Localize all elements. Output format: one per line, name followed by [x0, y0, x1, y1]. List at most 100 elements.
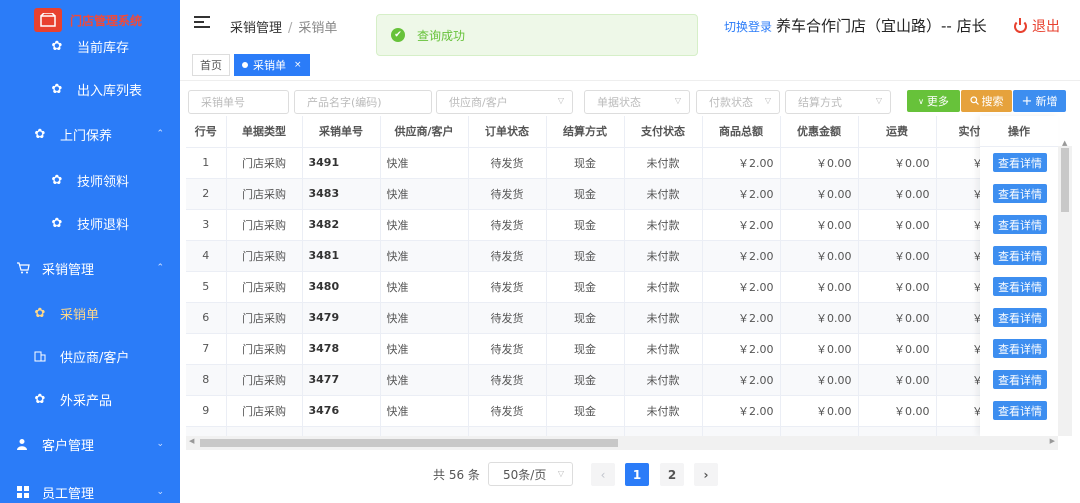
table-cell: 未付款 [624, 364, 703, 396]
vertical-scrollbar[interactable]: ▲ [1058, 139, 1072, 436]
sidebar-item-staff[interactable]: 员工管理 ⌄ [0, 472, 180, 503]
table-cell: ￥2.00 [702, 395, 781, 427]
add-button[interactable]: + 新增 [1013, 90, 1066, 112]
gear-icon: ✿ [34, 305, 46, 321]
tab-purchase-order[interactable]: 采销单 × [234, 54, 310, 76]
sidebar-item-purchase-mgmt[interactable]: 采销管理 ⌃ [0, 248, 180, 288]
store-name: 养车合作门店（宜山路）-- 店长 [776, 17, 987, 35]
switch-login-link[interactable]: 切换登录 [724, 18, 772, 35]
table-cell: 3480 [302, 271, 381, 303]
sidebar-item-home-service[interactable]: ✿ 上门保养 ⌃ [0, 114, 180, 154]
menu-toggle-icon[interactable] [194, 16, 210, 30]
sidebar-item-external-products[interactable]: ✿ 外采产品 [0, 379, 180, 419]
scrollbar-thumb[interactable] [1061, 148, 1069, 212]
view-details-button[interactable]: 查看详情 [993, 153, 1047, 172]
chevron-down-icon: ▽ [557, 469, 564, 478]
table-cell: 7 [186, 333, 227, 365]
table-cell: ￥2.00 [702, 147, 781, 179]
table-row: 7门店采购3478快准待发货现金未付款￥2.00￥0.00￥0.00￥0.00 [186, 333, 1015, 365]
dot-icon [242, 62, 248, 68]
column-header: 采销单号 [302, 116, 381, 148]
scrollbar-thumb[interactable] [200, 439, 618, 447]
close-icon[interactable]: × [294, 60, 302, 70]
table-row: 9门店采购3476快准待发货现金未付款￥2.00￥0.00￥0.00￥0.00 [186, 395, 1015, 427]
table-row: 4门店采购3481快准待发货现金未付款￥2.00￥0.00￥0.00￥0.00 [186, 240, 1015, 272]
product-input[interactable]: 产品名字(编码) [294, 90, 432, 114]
sidebar-item-label: 采销管理 [42, 262, 95, 278]
more-label: 更多 [926, 95, 949, 108]
scroll-left-icon[interactable]: ◀ [189, 437, 194, 445]
column-header-operation: 操作 [980, 116, 1058, 147]
table-cell: 3476 [302, 395, 381, 427]
view-details-button[interactable]: 查看详情 [993, 339, 1047, 358]
sidebar-item-label: 客户管理 [42, 438, 95, 454]
gear-icon: ✿ [34, 391, 46, 407]
table-cell: 快准 [380, 271, 469, 303]
horizontal-scrollbar[interactable]: ◀ ▶ [186, 436, 1058, 450]
table-cell: 3481 [302, 240, 381, 272]
sidebar-item-tech-pick[interactable]: ✿ 技师领料 [0, 160, 180, 200]
table-cell: 门店采购 [226, 178, 303, 210]
tab-home[interactable]: 首页 [192, 54, 230, 76]
search-button[interactable]: 搜索 [961, 90, 1012, 112]
page-button-2[interactable]: 2 [660, 463, 684, 486]
sidebar-item-customers[interactable]: 客户管理 ⌄ [0, 424, 180, 464]
table-cell: 待发货 [468, 147, 547, 179]
table-cell: 8 [186, 364, 227, 396]
supplier-select[interactable]: 供应商/客户 ▽ [436, 90, 573, 114]
table-cell: 3479 [302, 302, 381, 334]
order-no-input[interactable]: 采销单号 [188, 90, 289, 114]
pay-status-select[interactable]: 付款状态 ▽ [696, 90, 780, 114]
add-label: 新增 [1035, 95, 1058, 108]
column-header: 订单状态 [468, 116, 547, 148]
table-cell: ￥0.00 [780, 302, 859, 334]
table-cell: ￥2.00 [702, 240, 781, 272]
table-cell: 现金 [546, 271, 625, 303]
view-details-button[interactable]: 查看详情 [993, 184, 1047, 203]
sidebar-item-suppliers[interactable]: 供应商/客户 [0, 336, 180, 376]
table-cell: 未付款 [624, 271, 703, 303]
next-page-button[interactable]: › [694, 463, 718, 486]
table-cell: 待发货 [468, 364, 547, 396]
table-cell: 未付款 [624, 333, 703, 365]
pagination-total: 共 56 条 [433, 468, 480, 482]
view-details-button[interactable]: 查看详情 [993, 277, 1047, 296]
view-details-button[interactable]: 查看详情 [993, 308, 1047, 327]
sidebar-item-tech-return[interactable]: ✿ 技师退料 [0, 203, 180, 243]
table-cell: ￥2.00 [702, 333, 781, 365]
scroll-right-icon[interactable]: ▶ [1050, 437, 1055, 445]
user-icon [16, 437, 30, 451]
table-cell: 现金 [546, 333, 625, 365]
doc-status-select[interactable]: 单据状态 ▽ [584, 90, 690, 114]
order-no-placeholder: 采销单号 [201, 96, 245, 109]
view-details-button[interactable]: 查看详情 [993, 401, 1047, 420]
table-cell: ￥0.00 [858, 333, 937, 365]
logout-button[interactable]: 退出 [1014, 16, 1060, 36]
view-details-button[interactable]: 查看详情 [993, 246, 1047, 265]
column-header: 单据类型 [226, 116, 303, 148]
page-button-1[interactable]: 1 [625, 463, 649, 486]
table-cell: 1 [186, 147, 227, 179]
view-details-button[interactable]: 查看详情 [993, 370, 1047, 389]
table-cell: ￥0.00 [858, 240, 937, 272]
breadcrumb-item[interactable]: 采销管理 [230, 21, 282, 36]
scroll-up-icon[interactable]: ▲ [1062, 139, 1067, 147]
table-cell: ￥0.00 [780, 240, 859, 272]
table-header-row: 行号 单据类型 采销单号 供应商/客户 订单状态 结算方式 支付状态 商品总额 … [186, 116, 1015, 148]
sidebar-item-stock-io[interactable]: ✿ 出入库列表 [0, 69, 180, 109]
view-details-button[interactable]: 查看详情 [993, 215, 1047, 234]
settle-select[interactable]: 结算方式 ▽ [785, 90, 891, 114]
table-cell: 未付款 [624, 209, 703, 241]
breadcrumb-current: 采销单 [298, 21, 338, 36]
gear-icon: ✿ [51, 172, 63, 188]
prev-page-button[interactable]: ‹ [591, 463, 615, 486]
sidebar-item-label: 外采产品 [60, 393, 113, 409]
sidebar-item-purchase-order[interactable]: ✿ 采销单 [0, 293, 180, 333]
table-row: 8门店采购3477快准待发货现金未付款￥2.00￥0.00￥0.00￥0.00 [186, 364, 1015, 396]
more-button[interactable]: ∨ 更多 [907, 90, 960, 112]
gear-icon: ✿ [34, 126, 46, 142]
sidebar-item-current-stock[interactable]: ✿ 当前库存 [0, 26, 180, 66]
sidebar: 门店管理系统 ✿ 当前库存 ✿ 出入库列表 ✿ 上门保养 ⌃ ✿ 技师领料 ✿ … [0, 0, 180, 503]
power-icon [1014, 17, 1027, 33]
page-size-select[interactable]: 50条/页 ▽ [488, 462, 573, 486]
